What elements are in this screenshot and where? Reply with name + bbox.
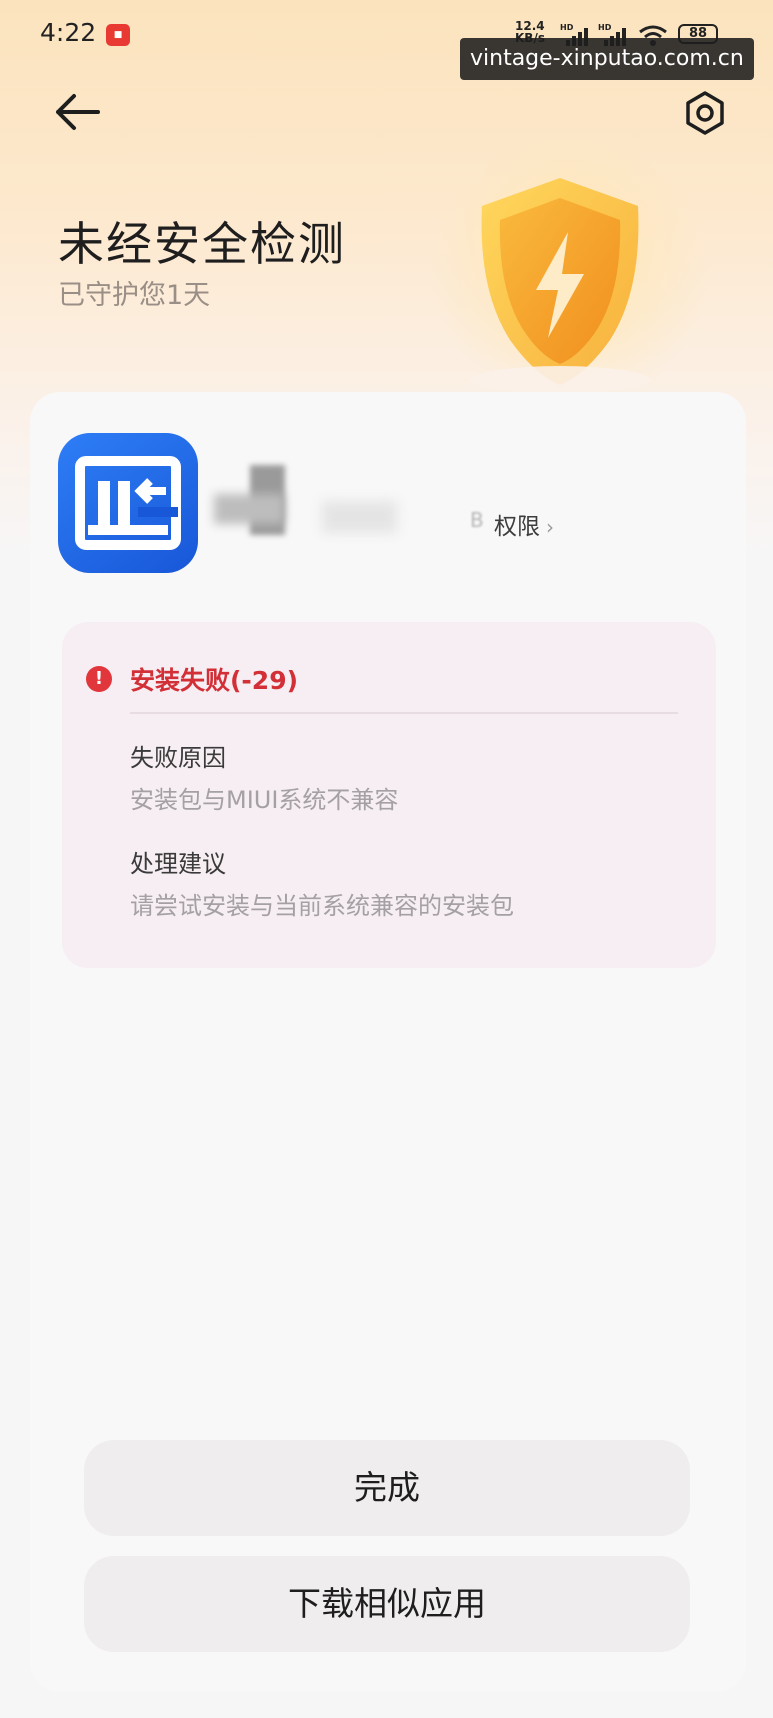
suggestion-value: 请尝试安装与当前系统兼容的安装包 xyxy=(130,892,514,920)
svg-text:HD: HD xyxy=(598,23,612,32)
status-time: 4:22 xyxy=(40,18,97,47)
notification-app-icon: ■ xyxy=(106,24,130,46)
failure-reason-label: 失败原因 xyxy=(130,744,226,772)
app-size: B xyxy=(470,508,484,532)
protection-days: 已守护您1天 xyxy=(58,280,211,311)
app-name-redacted: app xyxy=(214,494,284,524)
lightning-shield-icon xyxy=(470,178,650,394)
hex-gear-icon[interactable] xyxy=(682,90,728,136)
download-similar-apps-button[interactable]: 下载相似应用 xyxy=(84,1556,690,1652)
error-title: 安装失败(-29) xyxy=(130,666,299,695)
error-icon: ! xyxy=(86,666,112,692)
watermark: vintage-xinputao.com.cn xyxy=(460,38,754,80)
divider xyxy=(130,712,678,714)
monitor-app-icon xyxy=(58,433,198,573)
permissions-link[interactable]: 权限 › xyxy=(494,507,554,541)
suggestion-label: 处理建议 xyxy=(130,850,226,878)
arrow-left-icon[interactable] xyxy=(50,88,102,136)
permissions-label: 权限 xyxy=(494,514,540,540)
page-title: 未经安全检测 xyxy=(58,217,346,271)
app-version-redacted xyxy=(322,501,397,533)
svg-text:HD: HD xyxy=(560,23,574,32)
failure-reason-value: 安装包与MIUI系统不兼容 xyxy=(130,786,399,814)
chevron-right-icon: › xyxy=(546,515,554,539)
done-button[interactable]: 完成 xyxy=(84,1440,690,1536)
